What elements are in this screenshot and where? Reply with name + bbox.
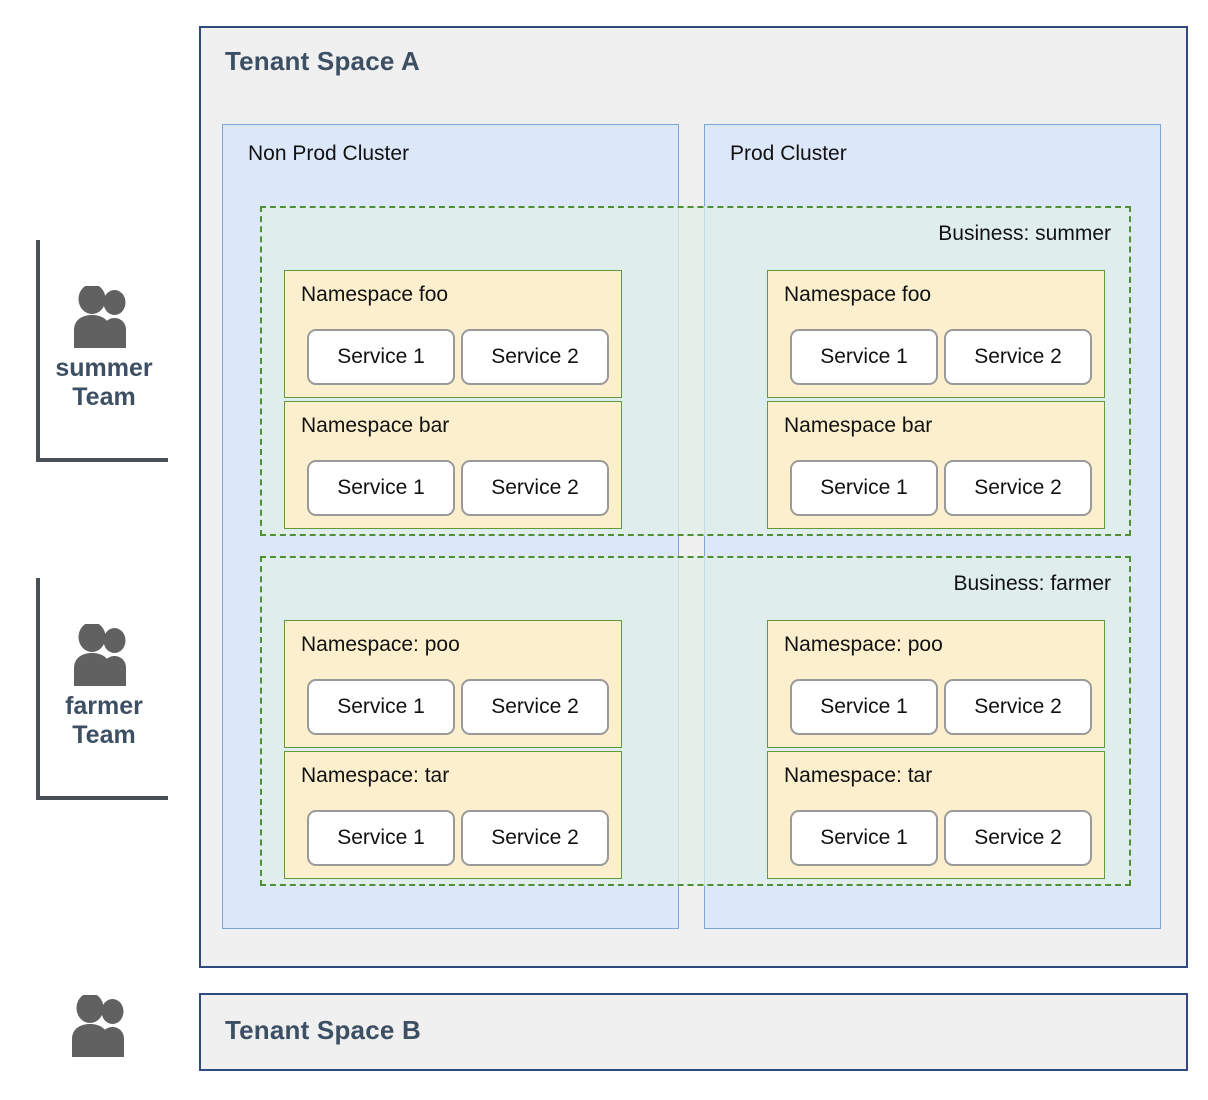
tenant-space-a[interactable]: Tenant Space A Non Prod Cluster Prod Clu… [199, 26, 1188, 968]
service-row: Service 1 Service 2 [790, 460, 1092, 516]
team-suffix: Team [72, 383, 136, 411]
service-box[interactable]: Service 1 [307, 810, 455, 866]
team-suffix: Team [72, 721, 136, 749]
service-box[interactable]: Service 1 [307, 460, 455, 516]
team-marker-summer[interactable]: summer Team [36, 240, 168, 462]
tenant-b-title: Tenant Space B [225, 1015, 421, 1045]
people-icon [65, 995, 139, 1057]
namespace-title: Namespace foo [784, 283, 932, 306]
tenant-a-title: Tenant Space A [225, 46, 420, 76]
service-row: Service 1 Service 2 [790, 810, 1092, 866]
service-box[interactable]: Service 2 [461, 329, 609, 385]
namespace-bar-prod[interactable]: Namespace bar Service 1 Service 2 [767, 401, 1105, 529]
service-box[interactable]: Service 2 [461, 460, 609, 516]
service-row: Service 1 Service 2 [790, 329, 1092, 385]
service-row: Service 1 Service 2 [307, 810, 609, 866]
service-box[interactable]: Service 2 [944, 810, 1092, 866]
team-label-summer: summer Team [55, 354, 152, 413]
service-box[interactable]: Service 2 [944, 329, 1092, 385]
service-row: Service 1 Service 2 [790, 679, 1092, 735]
service-box[interactable]: Service 2 [461, 679, 609, 735]
namespace-tar-prod[interactable]: Namespace: tar Service 1 Service 2 [767, 751, 1105, 879]
cluster-prod-title: Prod Cluster [730, 142, 847, 165]
namespace-title: Namespace bar [301, 414, 450, 437]
team-label-farmer: farmer Team [65, 692, 143, 751]
business-group-farmer[interactable]: Business: farmer Namespace: poo Service … [260, 556, 1131, 886]
service-box[interactable]: Service 2 [461, 810, 609, 866]
service-box[interactable]: Service 1 [790, 329, 938, 385]
diagram-canvas: summer Team farmer Team Tenant Space A N… [0, 0, 1208, 1100]
service-box[interactable]: Service 1 [790, 679, 938, 735]
team-marker-farmer[interactable]: farmer Team [36, 578, 168, 800]
namespace-foo-prod[interactable]: Namespace foo Service 1 Service 2 [767, 270, 1105, 398]
service-box[interactable]: Service 2 [944, 679, 1092, 735]
namespace-foo-nonprod[interactable]: Namespace foo Service 1 Service 2 [284, 270, 622, 398]
namespace-tar-nonprod[interactable]: Namespace: tar Service 1 Service 2 [284, 751, 622, 879]
namespace-title: Namespace bar [784, 414, 933, 437]
namespace-title: Namespace foo [301, 283, 449, 306]
namespace-title: Namespace: tar [784, 764, 933, 787]
team-marker-tenant-b[interactable] [36, 988, 168, 1064]
people-icon [67, 623, 141, 686]
business-farmer-label: Business: farmer [953, 572, 1111, 595]
service-row: Service 1 Service 2 [307, 679, 609, 735]
namespace-poo-nonprod[interactable]: Namespace: poo Service 1 Service 2 [284, 620, 622, 748]
business-group-summer[interactable]: Business: summer Namespace foo Service 1… [260, 206, 1131, 536]
service-box[interactable]: Service 1 [307, 329, 455, 385]
namespace-title: Namespace: tar [301, 764, 450, 787]
team-name: farmer [65, 691, 143, 720]
namespace-bar-nonprod[interactable]: Namespace bar Service 1 Service 2 [284, 401, 622, 529]
namespace-title: Namespace: poo [301, 633, 460, 656]
team-name: summer [55, 353, 153, 382]
team-rail: summer Team farmer Team [0, 0, 200, 1100]
service-row: Service 1 Service 2 [307, 329, 609, 385]
namespace-title: Namespace: poo [784, 633, 943, 656]
business-summer-label: Business: summer [938, 222, 1111, 245]
service-box[interactable]: Service 1 [790, 810, 938, 866]
service-box[interactable]: Service 2 [944, 460, 1092, 516]
service-row: Service 1 Service 2 [307, 460, 609, 516]
people-icon [67, 285, 141, 348]
namespace-poo-prod[interactable]: Namespace: poo Service 1 Service 2 [767, 620, 1105, 748]
service-box[interactable]: Service 1 [307, 679, 455, 735]
tenant-space-b[interactable]: Tenant Space B [199, 993, 1188, 1071]
cluster-non-prod-title: Non Prod Cluster [248, 142, 410, 165]
service-box[interactable]: Service 1 [790, 460, 938, 516]
